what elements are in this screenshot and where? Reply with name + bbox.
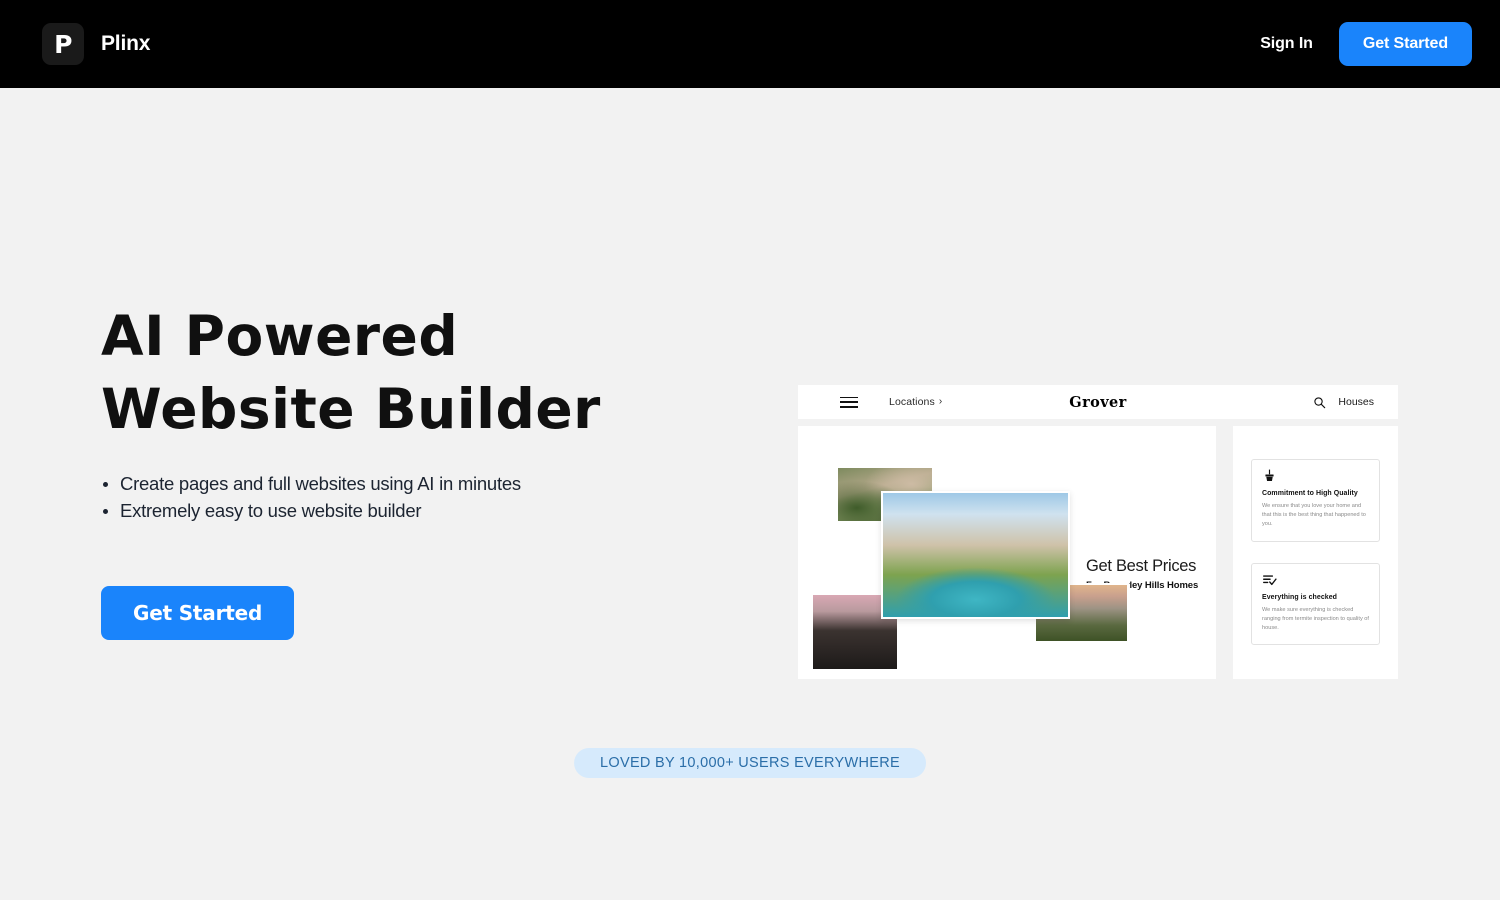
hero-feature-list: Create pages and full websites using AI … xyxy=(101,471,721,524)
hero-get-started-button[interactable]: Get Started xyxy=(101,586,295,641)
search-icon[interactable] xyxy=(1313,396,1326,409)
mockup-feature-card-quality: Commitment to High Quality We ensure tha… xyxy=(1251,459,1380,542)
hamburger-icon[interactable] xyxy=(840,396,858,408)
hero-copy: AI Powered Website Builder Create pages … xyxy=(101,300,721,641)
logo-mark-icon: P xyxy=(42,23,84,65)
checklist-icon xyxy=(1263,574,1277,585)
photo-luxury-villa-with-pool xyxy=(881,491,1070,619)
mockup-nav-right: Houses xyxy=(1313,396,1374,409)
chevron-right-icon: › xyxy=(938,396,943,407)
mockup-card-text: We make sure everything is checked rangi… xyxy=(1262,606,1369,632)
mockup-sidebar-panel: Commitment to High Quality We ensure tha… xyxy=(1233,426,1398,679)
hero-section: AI Powered Website Builder Create pages … xyxy=(0,88,1500,900)
brand-logo[interactable]: P Plinx xyxy=(42,23,150,65)
mockup-headline: Get Best Prices xyxy=(1086,557,1197,575)
mockup-card-text: We ensure that you love your home and th… xyxy=(1262,503,1366,528)
mockup-nav-locations-label: Locations xyxy=(889,396,935,408)
site-header: P Plinx Sign In Get Started xyxy=(0,0,1500,88)
header-get-started-button[interactable]: Get Started xyxy=(1338,22,1472,66)
hero-title-line-2: Website Builder xyxy=(101,376,601,441)
mockup-nav-houses-label[interactable]: Houses xyxy=(1338,396,1374,408)
mockup-navbar: Locations › Grover Houses xyxy=(798,385,1398,419)
header-actions: Sign In Get Started xyxy=(1260,22,1472,66)
brand-name: Plinx xyxy=(101,32,151,55)
social-proof-badge: LOVED BY 10,000+ USERS EVERYWHERE xyxy=(574,748,926,778)
mockup-brand-name: Grover xyxy=(1069,393,1127,411)
mockup-body: Get Best Prices For Beverley Hills Homes… xyxy=(798,426,1398,679)
sign-in-button[interactable]: Sign In xyxy=(1260,35,1313,53)
website-preview-mockup: Locations › Grover Houses Get Best Price… xyxy=(798,385,1398,679)
brush-icon xyxy=(1265,469,1274,481)
mockup-main-panel: Get Best Prices For Beverley Hills Homes xyxy=(798,426,1216,679)
hero-title-line-1: AI Powered xyxy=(101,304,459,368)
list-item: Create pages and full websites using AI … xyxy=(101,471,721,497)
page-title: AI Powered Website Builder xyxy=(101,300,721,445)
mockup-card-title: Everything is checked xyxy=(1262,593,1337,601)
mockup-card-title: Commitment to High Quality xyxy=(1262,490,1358,497)
mockup-feature-card-checked: Everything is checked We make sure every… xyxy=(1251,562,1380,646)
mockup-nav-locations[interactable]: Locations › xyxy=(889,396,942,408)
list-item: Extremely easy to use website builder xyxy=(101,498,721,524)
